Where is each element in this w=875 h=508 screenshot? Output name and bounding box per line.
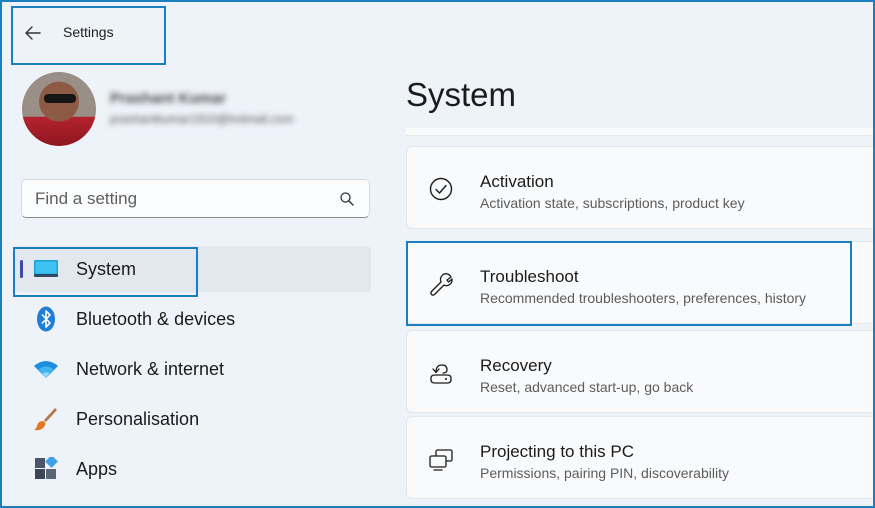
page-title: System [406, 76, 517, 113]
search-input[interactable] [35, 189, 325, 209]
card-troubleshoot[interactable]: Troubleshoot Recommended troubleshooters… [406, 241, 875, 324]
user-profile[interactable]: Prashant Kumar prashantkumar1910@hotmail… [20, 70, 360, 150]
card-recovery[interactable]: Recovery Reset, advanced start-up, go ba… [406, 330, 875, 413]
wifi-icon [33, 356, 59, 382]
card-title: Projecting to this PC [480, 442, 635, 461]
sidebar-item-label: Personalisation [76, 408, 200, 429]
paintbrush-icon [33, 406, 59, 432]
app-title: Settings [63, 24, 114, 40]
check-circle-icon [427, 175, 455, 203]
card-subtitle: Recommended troubleshooters, preferences… [480, 290, 807, 306]
projecting-icon [427, 445, 455, 473]
user-email: prashantkumar1910@hotmail.com [110, 112, 294, 126]
sidebar-item-label: Apps [76, 458, 118, 479]
card-title: Activation [480, 172, 554, 191]
sidebar-item-label: System [76, 258, 137, 279]
card-partial [406, 128, 875, 136]
sidebar-item-apps[interactable]: Apps [15, 446, 371, 492]
card-title: Recovery [480, 356, 552, 375]
bluetooth-icon [33, 306, 59, 332]
sidebar-item-label: Bluetooth & devices [76, 308, 236, 329]
sidebar-nav: System Bluetooth & devices Network & int… [15, 246, 371, 496]
title-bar: Settings [11, 6, 166, 65]
card-subtitle: Permissions, pairing PIN, discoverabilit… [480, 465, 729, 481]
wrench-icon [427, 270, 455, 298]
sidebar-item-personalisation[interactable]: Personalisation [15, 396, 371, 442]
monitor-icon [33, 256, 59, 282]
card-title: Troubleshoot [480, 267, 579, 286]
sidebar-item-system[interactable]: System [15, 246, 371, 292]
user-name: Prashant Kumar [110, 90, 226, 107]
apps-icon [33, 456, 59, 482]
search-box [21, 179, 370, 218]
recovery-icon [427, 359, 455, 387]
card-activation[interactable]: Activation Activation state, subscriptio… [406, 146, 875, 229]
sidebar-item-bluetooth[interactable]: Bluetooth & devices [15, 296, 371, 342]
card-subtitle: Activation state, subscriptions, product… [480, 195, 745, 211]
search-icon[interactable] [339, 191, 355, 207]
card-subtitle: Reset, advanced start-up, go back [480, 379, 694, 395]
card-projecting[interactable]: Projecting to this PC Permissions, pairi… [406, 416, 875, 499]
sidebar-item-label: Network & internet [76, 358, 225, 379]
sidebar-item-network[interactable]: Network & internet [15, 346, 371, 392]
back-arrow-icon[interactable] [22, 22, 44, 44]
avatar [22, 72, 96, 146]
